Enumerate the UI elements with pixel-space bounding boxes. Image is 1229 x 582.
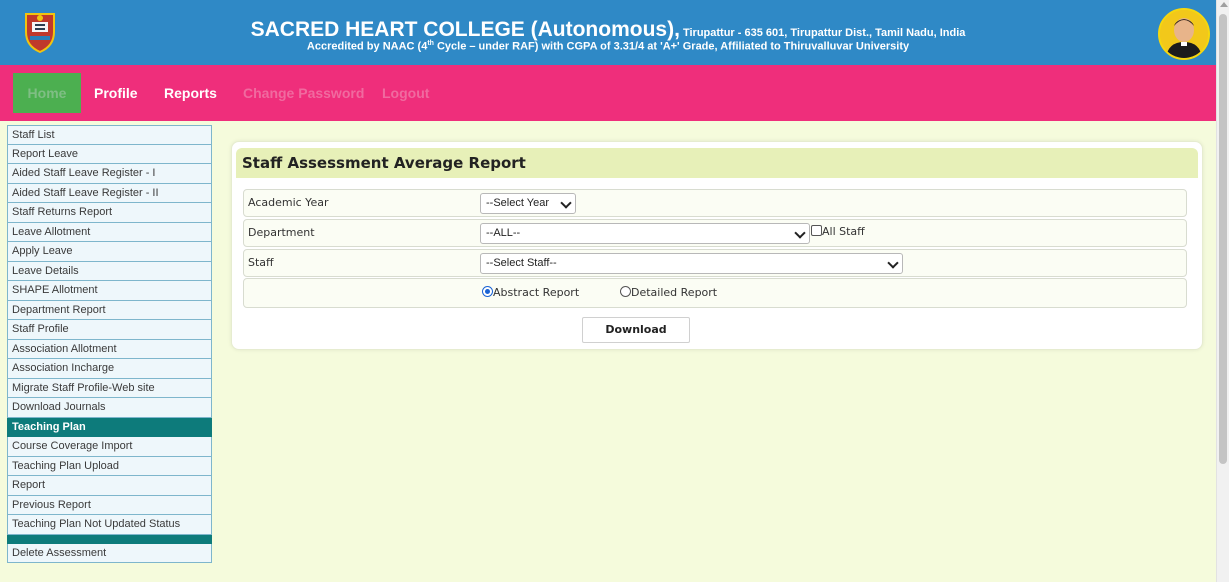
accreditation-sup: th <box>427 40 434 47</box>
sidebar-item-staff-list[interactable]: Staff List <box>7 125 212 145</box>
site-header: SACRED HEART COLLEGE (Autonomous), Tirup… <box>0 0 1216 65</box>
nav-logout[interactable]: Logout <box>382 76 429 110</box>
all-staff-checkbox[interactable] <box>811 225 822 236</box>
sidebar-item-report[interactable]: Report <box>7 476 212 496</box>
scrollbar-thumb[interactable] <box>1219 14 1227 464</box>
staff-label: Staff <box>248 256 274 269</box>
sidebar-item-migrate-staff-profile[interactable]: Migrate Staff Profile-Web site <box>7 378 212 398</box>
chevron-down-icon <box>560 197 572 209</box>
staff-value: --Select Staff-- <box>486 257 557 269</box>
sidebar-item-leave-allotment[interactable]: Leave Allotment <box>7 222 212 242</box>
sidebar-item-teaching-plan-upload[interactable]: Teaching Plan Upload <box>7 456 212 476</box>
chevron-down-icon <box>887 257 899 269</box>
sidebar-item-report-leave[interactable]: Report Leave <box>7 144 212 164</box>
academic-year-value: --Select Year <box>486 197 549 209</box>
scroll-up-arrow-icon[interactable] <box>1220 2 1228 7</box>
department-label: Department <box>248 226 315 239</box>
nav-reports[interactable]: Reports <box>164 76 217 110</box>
academic-year-select[interactable]: --Select Year <box>480 193 576 214</box>
abstract-report-radio[interactable] <box>482 286 493 297</box>
sidebar-item-download-journals[interactable]: Download Journals <box>7 398 212 418</box>
college-address: Tirupattur - 635 601, Tirupattur Dist., … <box>679 27 966 39</box>
accreditation-line: Accredited by NAAC (4th Cycle – under RA… <box>0 40 1216 53</box>
panel-title: Staff Assessment Average Report <box>236 148 1198 178</box>
download-button[interactable]: Download <box>582 317 690 343</box>
report-type-row: Abstract Report Detailed Report <box>243 278 1187 308</box>
academic-year-row: Academic Year --Select Year <box>243 189 1187 217</box>
sidebar-item-association-allotment[interactable]: Association Allotment <box>7 339 212 359</box>
sidebar-item-course-coverage-import[interactable]: Course Coverage Import <box>7 437 212 457</box>
nav-change-password[interactable]: Change Password <box>243 76 364 110</box>
sidebar-section-divider <box>7 534 212 544</box>
accreditation-text-end: Cycle – under RAF) with CGPA of 3.31/4 a… <box>433 40 910 53</box>
college-name: SACRED HEART COLLEGE (Autonomous), <box>250 18 680 41</box>
report-panel: Staff Assessment Average Report Academic… <box>231 141 1203 350</box>
sidebar-item-staff-profile[interactable]: Staff Profile <box>7 320 212 340</box>
page-scrollbar[interactable] <box>1216 0 1229 582</box>
department-select[interactable]: --ALL-- <box>480 223 810 244</box>
user-avatar-icon <box>1158 8 1210 60</box>
sidebar-menu: Staff List Report Leave Aided Staff Leav… <box>7 125 212 563</box>
sidebar-item-association-incharge[interactable]: Association Incharge <box>7 359 212 379</box>
department-value: --ALL-- <box>486 227 521 239</box>
department-row: Department --ALL-- All Staff <box>243 219 1187 247</box>
staff-select[interactable]: --Select Staff-- <box>480 253 903 274</box>
main-nav: Home Profile Reports Change Password Log… <box>0 65 1216 121</box>
all-staff-option: All Staff <box>811 225 865 238</box>
sidebar-item-aided-leave-register-1[interactable]: Aided Staff Leave Register - I <box>7 164 212 184</box>
sidebar-item-apply-leave[interactable]: Apply Leave <box>7 242 212 262</box>
sidebar-item-aided-leave-register-2[interactable]: Aided Staff Leave Register - II <box>7 183 212 203</box>
accreditation-text-start: Accredited by NAAC (4 <box>306 40 428 53</box>
staff-row: Staff --Select Staff-- <box>243 249 1187 277</box>
sidebar-section-teaching-plan: Teaching Plan <box>7 417 212 437</box>
sidebar-item-previous-report[interactable]: Previous Report <box>7 495 212 515</box>
sidebar-item-leave-details[interactable]: Leave Details <box>7 261 212 281</box>
sidebar-item-shape-allotment[interactable]: SHAPE Allotment <box>7 281 212 301</box>
all-staff-label: All Staff <box>822 225 865 238</box>
sidebar-item-delete-assessment[interactable]: Delete Assessment <box>7 543 212 563</box>
sidebar-item-department-report[interactable]: Department Report <box>7 300 212 320</box>
abstract-report-option: Abstract Report <box>482 286 579 299</box>
detailed-report-option: Detailed Report <box>620 286 717 299</box>
sidebar-item-teaching-plan-not-updated[interactable]: Teaching Plan Not Updated Status <box>7 515 212 535</box>
sidebar-item-staff-returns-report[interactable]: Staff Returns Report <box>7 203 212 223</box>
academic-year-label: Academic Year <box>248 196 329 209</box>
detailed-report-radio[interactable] <box>620 286 631 297</box>
detailed-report-label: Detailed Report <box>631 286 718 299</box>
nav-profile[interactable]: Profile <box>94 76 138 110</box>
abstract-report-label: Abstract Report <box>493 286 580 299</box>
chevron-down-icon <box>794 227 806 239</box>
college-title: SACRED HEART COLLEGE (Autonomous), Tirup… <box>0 18 1216 42</box>
nav-home[interactable]: Home <box>13 73 81 113</box>
